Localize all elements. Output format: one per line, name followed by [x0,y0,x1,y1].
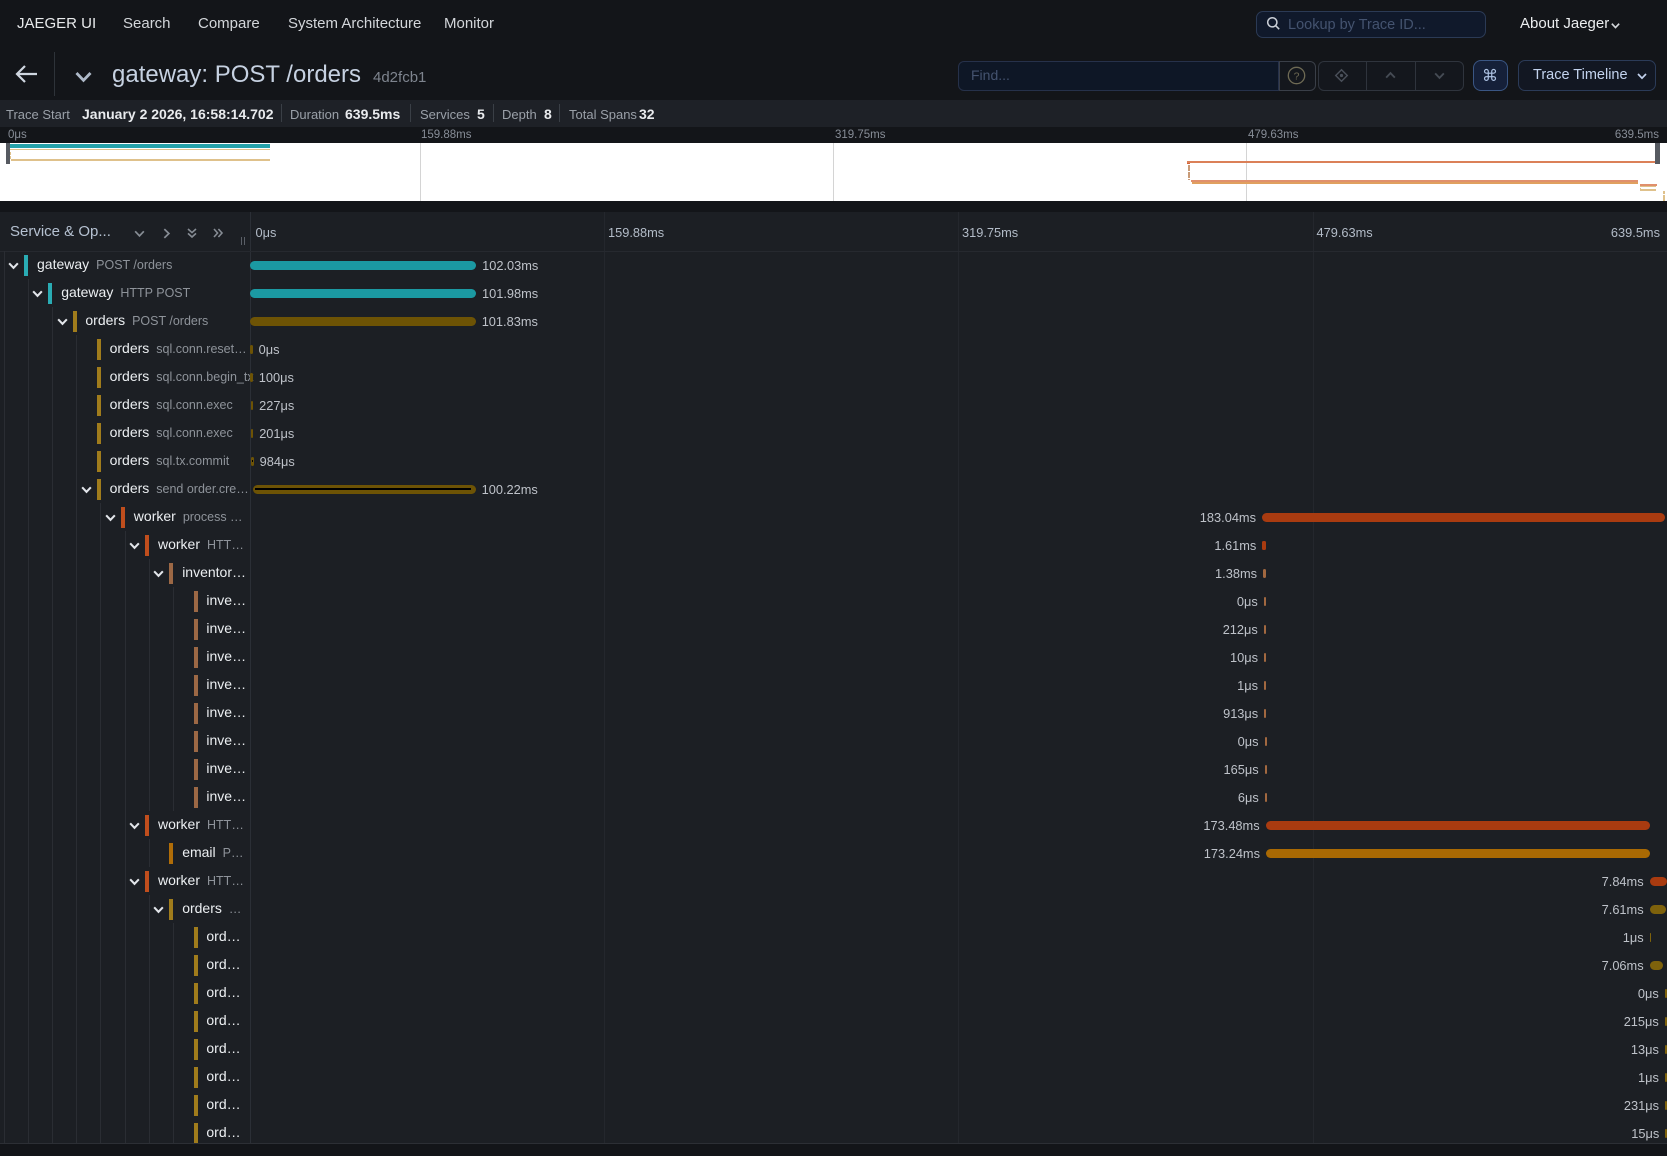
svg-text:?: ? [1294,70,1300,82]
